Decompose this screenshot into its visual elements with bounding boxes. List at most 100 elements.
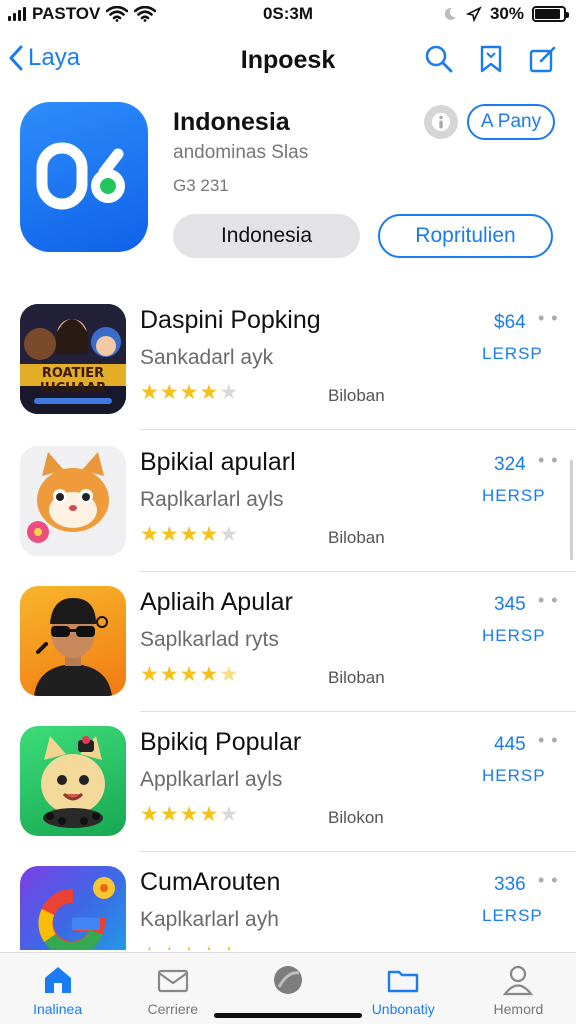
star-icon: ★: [199, 803, 219, 826]
star-icon: ★: [179, 523, 199, 546]
star-icon: ★: [140, 803, 159, 826]
cat-thumbnail: [20, 446, 126, 556]
app-list: ROATIER IHCHAAR Daspini Popking Sankadar…: [0, 290, 576, 950]
list-item[interactable]: Apliaih Apular Saplkarlad ryts ★ ★ ★ ★ ★ Bil…: [0, 572, 576, 712]
app-subtitle: Raplkarlarl ayls: [140, 488, 284, 511]
star-icon: ★: [179, 803, 199, 826]
list-item[interactable]: Bpikiq Popular Applkarlarl ayls ★ ★ ★ ★ ★ Bi…: [0, 712, 576, 852]
tab-home[interactable]: Inalinea: [0, 953, 115, 1024]
person-icon: [503, 965, 534, 996]
star-icon: ★: [159, 803, 179, 826]
home-icon: [44, 967, 71, 993]
status-bar: PASTOV 0S:3M 30%: [0, 0, 576, 30]
featured-app-subtitle: andominas Slas: [173, 142, 309, 163]
star-icon: ★: [140, 663, 159, 686]
app-subtitle: Saplkarlad ryts: [140, 628, 279, 651]
app-price: 345: [494, 594, 526, 615]
thumbnail-caption: ROATIER IHCHAAR: [39, 366, 107, 396]
cat-character-art-icon: [41, 736, 105, 828]
cat-character-thumbnail: [20, 726, 126, 836]
star-icon: ★: [219, 381, 239, 404]
featured-app-name: Indonesia: [173, 108, 290, 136]
folder-icon: [388, 970, 419, 993]
star-icon: ★: [180, 944, 199, 950]
battery-level: [535, 9, 561, 19]
location-icon: [465, 6, 482, 22]
cat-art-icon: [20, 446, 126, 556]
letter-g-icon: [38, 877, 115, 950]
star-rating: ★★★★★: [140, 944, 238, 950]
tab-folder[interactable]: Unbonatiy: [346, 953, 461, 1024]
star-icon: ★: [199, 944, 218, 950]
scrollbar[interactable]: [570, 460, 573, 560]
star-rating: ★★★★★: [140, 382, 238, 403]
tab-profile[interactable]: Hemord: [461, 953, 576, 1024]
app-name: Daspini Popking: [140, 306, 321, 334]
star-icon: ★: [219, 523, 239, 546]
more-icon[interactable]: • •: [538, 450, 559, 471]
bookmark-icon[interactable]: [476, 44, 506, 74]
avatar-thumbnail: [20, 586, 126, 696]
star-icon: ★: [219, 663, 239, 686]
game-poster-thumbnail: ROATIER IHCHAAR: [20, 304, 126, 414]
star-icon: ★: [199, 381, 219, 404]
more-icon[interactable]: • •: [538, 590, 559, 611]
battery-percent: 30%: [489, 4, 524, 23]
app-name: Bpikiq Popular: [140, 728, 302, 756]
tab-label: Inalinea: [33, 1001, 83, 1017]
featured-app-meta: G3 231: [173, 176, 229, 195]
app-price: 445: [494, 734, 526, 755]
nav-bar: Laya Inpoesk: [0, 38, 576, 84]
battery-icon: [532, 6, 569, 22]
star-icon: ★: [140, 381, 159, 404]
more-icon[interactable]: • •: [538, 730, 559, 751]
compose-icon[interactable]: [528, 44, 558, 74]
tab-label: Hemord: [493, 1001, 544, 1017]
get-button[interactable]: HERSP: [482, 766, 546, 786]
tab-label: Cerriere: [147, 1001, 199, 1017]
featured-app: Indonesia andominas Slas G3 231 A Pany I…: [0, 96, 576, 266]
pill-button[interactable]: A Pany: [467, 104, 555, 140]
star-icon: ★: [140, 944, 159, 950]
app-source: Biloban: [328, 386, 385, 405]
list-item[interactable]: ROATIER IHCHAAR Daspini Popking Sankadar…: [0, 290, 576, 430]
moon-icon: [444, 7, 456, 20]
app-price: $64: [494, 312, 526, 333]
get-button[interactable]: LERSP: [482, 344, 543, 364]
app-source: Bilokon: [328, 808, 384, 827]
app-price: 324: [494, 454, 526, 475]
star-icon: ★: [159, 381, 179, 404]
star-icon: ★: [219, 803, 239, 826]
featured-app-icon[interactable]: [20, 102, 148, 252]
app-source: Biloban: [328, 528, 385, 547]
mail-icon: [157, 969, 188, 993]
star-icon: ★: [160, 944, 179, 950]
info-button[interactable]: [424, 105, 458, 139]
app-subtitle: Sankadarl ayk: [140, 346, 274, 369]
list-item[interactable]: Bpikial apularl Raplkarlarl ayls ★ ★ ★ ★ ★ B…: [0, 432, 576, 572]
tab-label: Unbonatiy: [371, 1001, 435, 1017]
app-subtitle: Applkarlarl ayls: [140, 768, 283, 791]
primary-button[interactable]: Indonesia: [173, 214, 360, 258]
info-icon: [432, 113, 450, 131]
app-subtitle: Kaplkarlarl ayh: [140, 908, 279, 931]
status-right: 30%: [442, 4, 569, 24]
nav-actions: [424, 44, 558, 74]
list-item[interactable]: CumArouten Kaplkarlarl ayh ★★★★★ 336 • •…: [0, 852, 576, 950]
get-button[interactable]: HERSP: [482, 486, 546, 506]
secondary-button[interactable]: Ropritulien: [378, 214, 553, 258]
app-logo-icon: [36, 142, 125, 210]
star-icon: ★: [199, 523, 219, 546]
get-button[interactable]: HERSP: [482, 626, 546, 646]
more-icon[interactable]: • •: [538, 308, 559, 329]
app-name: Apliaih Apular: [140, 588, 293, 616]
globe-icon: [274, 966, 302, 994]
search-icon[interactable]: [424, 44, 454, 74]
get-button[interactable]: LERSP: [482, 906, 543, 926]
app-source: Biloban: [328, 668, 385, 687]
tab-mail[interactable]: Cerriere: [115, 953, 230, 1024]
star-icon: ★: [199, 663, 219, 686]
star-icon: ★: [179, 381, 199, 404]
more-icon[interactable]: • •: [538, 870, 559, 891]
star-icon: ★: [219, 944, 238, 950]
